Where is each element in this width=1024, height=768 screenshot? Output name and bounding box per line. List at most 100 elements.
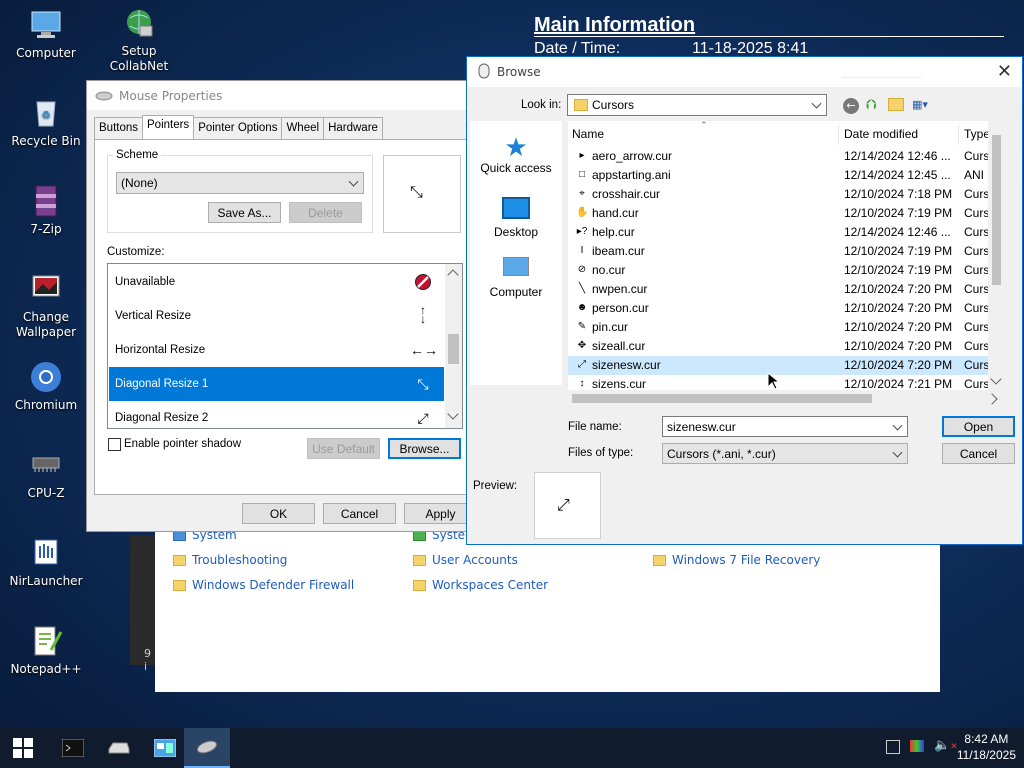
- places-bar: ★ Quick access Desktop Computer: [470, 121, 562, 385]
- desktop-icon-computer[interactable]: Computer: [1, 8, 91, 61]
- scheme-dropdown[interactable]: (None): [116, 172, 364, 194]
- look-in-dropdown[interactable]: Cursors: [567, 94, 827, 116]
- file-list-hscrollbar[interactable]: [568, 390, 1005, 407]
- cursor-row-label: Vertical Resize: [115, 310, 192, 322]
- cursor-row-horizontal-resize[interactable]: Horizontal Resize ←→: [109, 333, 444, 367]
- cursor-row-diagonal-resize-1[interactable]: Diagonal Resize 1 ⤡: [109, 367, 444, 401]
- file-row[interactable]: ⌖ crosshair.cur 12/10/2024 7:18 PM Cursor: [568, 185, 1005, 204]
- mouse-icon: [95, 91, 113, 100]
- file-row[interactable]: ☻ person.cur 12/10/2024 7:20 PM Cursor: [568, 299, 1005, 318]
- scroll-down-icon[interactable]: [447, 408, 459, 420]
- place-quick-access[interactable]: ★ Quick access: [470, 133, 562, 175]
- scrollbar-thumb[interactable]: [992, 135, 1001, 285]
- column-header-date-modified[interactable]: Date modified: [844, 121, 960, 147]
- file-row[interactable]: ✥ sizeall.cur 12/10/2024 7:20 PM Cursor: [568, 337, 1005, 356]
- cp-item-workspaces-center[interactable]: Workspaces Center: [413, 578, 548, 592]
- browse-button[interactable]: Browse...: [388, 438, 461, 459]
- desktop-icon-change-wallpaper[interactable]: Change Wallpaper: [1, 272, 91, 340]
- scroll-right-icon[interactable]: [986, 393, 998, 405]
- desktop-icon-nirlauncher[interactable]: NirLauncher: [1, 536, 91, 589]
- start-button[interactable]: [0, 728, 46, 768]
- desktop-icon-notepadpp[interactable]: Notepad++: [1, 624, 91, 677]
- desktop-icon-chromium[interactable]: Chromium: [1, 360, 91, 413]
- desktop-icon-cpuz[interactable]: CPU-Z: [1, 448, 91, 501]
- cursor-list-scrollbar[interactable]: [445, 264, 462, 428]
- file-list-vscrollbar[interactable]: [988, 121, 1005, 407]
- desktop-icon-7zip[interactable]: 7-Zip: [1, 184, 91, 237]
- browse-cancel-button[interactable]: Cancel: [942, 443, 1015, 464]
- file-row[interactable]: ✎ pin.cur 12/10/2024 7:20 PM Cursor: [568, 318, 1005, 337]
- cp-item-user-accounts[interactable]: User Accounts: [413, 553, 518, 567]
- cursor-row-diagonal-resize-2[interactable]: Diagonal Resize 2 ⤢: [109, 401, 444, 428]
- delete-button[interactable]: Delete: [289, 202, 362, 223]
- taskbar-terminal[interactable]: [50, 728, 96, 768]
- taskbar-control-panel[interactable]: [142, 728, 188, 768]
- close-icon[interactable]: ✕: [997, 61, 1012, 82]
- cursor-row-label: Unavailable: [115, 276, 176, 288]
- folder-icon: [653, 554, 666, 566]
- network-icon[interactable]: [886, 740, 900, 754]
- volume-muted-icon[interactable]: 🔈✕: [934, 738, 958, 753]
- notepad-icon: [29, 624, 63, 658]
- file-row[interactable]: ✋ hand.cur 12/10/2024 7:19 PM Cursor: [568, 204, 1005, 223]
- display-color-icon[interactable]: [910, 740, 924, 752]
- view-menu-icon[interactable]: ▦▾: [912, 98, 936, 112]
- new-folder-icon[interactable]: [888, 98, 904, 111]
- cursor-row-vertical-resize[interactable]: Vertical Resize ↑ ↓: [109, 299, 444, 333]
- chevron-down-icon: [892, 447, 903, 458]
- up-folder-icon[interactable]: ⮉: [866, 97, 877, 113]
- desktop-icon-label: Setup CollabNet: [109, 44, 169, 73]
- cursor-file-icon: ⤢: [578, 359, 586, 370]
- file-date: 12/10/2024 7:20 PM: [844, 301, 953, 315]
- look-in-label: Look in:: [521, 99, 562, 111]
- scroll-up-icon[interactable]: [447, 269, 459, 281]
- control-panel-icon: [154, 739, 176, 757]
- tab-pointers[interactable]: Pointers: [142, 115, 195, 139]
- desktop-icon-recycle-bin[interactable]: ♻ Recycle Bin: [1, 96, 91, 149]
- file-row[interactable]: ╲ nwpen.cur 12/10/2024 7:20 PM Cursor: [568, 280, 1005, 299]
- pointer-shadow-checkbox[interactable]: [108, 438, 121, 451]
- use-default-button[interactable]: Use Default: [307, 438, 380, 459]
- back-icon[interactable]: ←: [843, 98, 859, 114]
- ok-button[interactable]: OK: [242, 503, 315, 524]
- cp-item-defender-firewall[interactable]: Windows Defender Firewall: [173, 578, 354, 592]
- save-as-button[interactable]: Save As...: [208, 202, 281, 223]
- place-computer[interactable]: Computer: [470, 253, 562, 299]
- cursor-file-icon: □: [578, 169, 586, 180]
- tab-pointer-options[interactable]: Pointer Options: [193, 117, 283, 139]
- file-type-dropdown[interactable]: Cursors (*.ani, *.cur): [662, 443, 908, 464]
- mouse-properties-titlebar[interactable]: Mouse Properties: [87, 81, 489, 110]
- chevron-down-icon: [892, 420, 903, 431]
- desktop-icon-label: Change Wallpaper: [15, 310, 77, 339]
- place-desktop[interactable]: Desktop: [470, 193, 562, 239]
- file-row[interactable]: ⊘ no.cur 12/10/2024 7:19 PM Cursor: [568, 261, 1005, 280]
- cursor-file-icon: ▸: [579, 150, 585, 161]
- taskbar-mouse-properties[interactable]: [184, 728, 230, 768]
- tab-wheel[interactable]: Wheel: [281, 117, 325, 139]
- taskbar-clock[interactable]: 8:42 AM 11/18/2025: [957, 731, 1016, 763]
- file-row[interactable]: ▸ aero_arrow.cur 12/14/2024 12:46 ... Curso…: [568, 147, 1005, 166]
- file-row[interactable]: □ appstarting.ani 12/14/2024 12:45 ... ANI …: [568, 166, 1005, 185]
- desktop-icon-setup-collabnet[interactable]: Setup CollabNet: [94, 6, 184, 74]
- file-row[interactable]: ▸? help.cur 12/14/2024 12:46 ... Cursor: [568, 223, 1005, 242]
- place-label: Quick access: [480, 161, 552, 175]
- file-name-input[interactable]: sizenesw.cur: [662, 416, 908, 437]
- chevron-down-icon: [811, 98, 822, 109]
- browse-titlebar[interactable]: Browse ✕: [467, 57, 1022, 87]
- scrollbar-thumb[interactable]: [448, 334, 459, 364]
- tab-buttons[interactable]: Buttons: [94, 117, 143, 139]
- open-button[interactable]: Open: [942, 416, 1015, 437]
- tab-hardware[interactable]: Hardware: [323, 117, 383, 139]
- mouse-properties-title: Mouse Properties: [119, 88, 223, 103]
- file-row[interactable]: Iibeam.cur 12/10/2024 7:19 PM Cursor: [568, 242, 1005, 261]
- file-date: 12/14/2024 12:46 ...: [844, 225, 951, 239]
- cancel-button[interactable]: Cancel: [323, 503, 396, 524]
- cursor-file-icon: ✥: [577, 340, 587, 351]
- cp-item-troubleshooting[interactable]: Troubleshooting: [173, 553, 287, 567]
- cp-item-win7-recovery[interactable]: Windows 7 File Recovery: [653, 553, 820, 567]
- taskbar-drive[interactable]: [96, 728, 142, 768]
- file-row[interactable]: ⤢ sizenesw.cur 12/10/2024 7:20 PM Cursor: [568, 356, 1005, 375]
- cursor-row-unavailable[interactable]: Unavailable: [109, 265, 444, 299]
- scroll-down-icon[interactable]: [990, 373, 1002, 385]
- scrollbar-thumb[interactable]: [572, 394, 872, 403]
